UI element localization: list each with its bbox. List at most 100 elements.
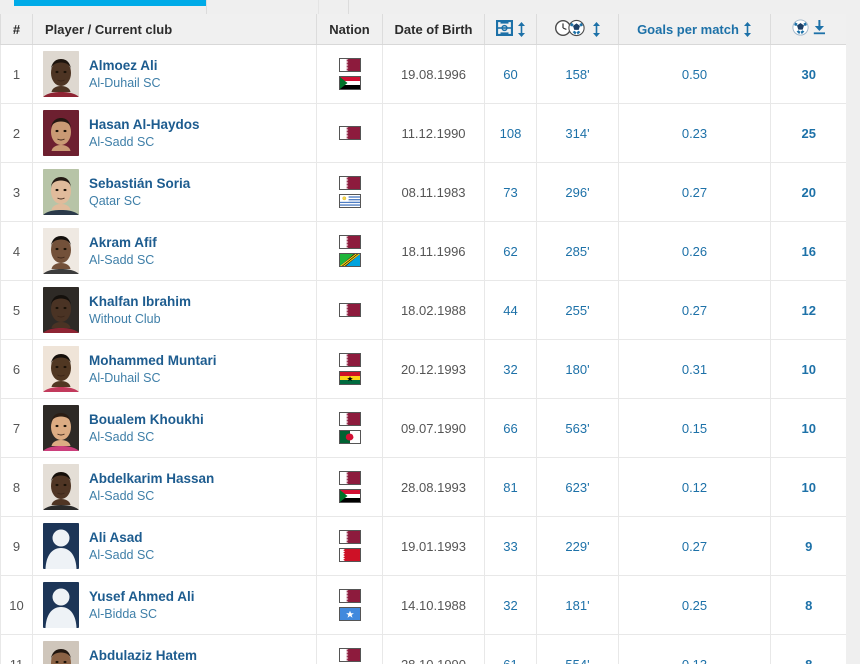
goals-value[interactable]: 12 <box>802 303 816 318</box>
row-goals-per-match: 0.27 <box>618 162 771 222</box>
goals-value[interactable]: 25 <box>802 126 816 141</box>
row-date-of-birth: 11.12.1990 <box>382 103 485 163</box>
appearances-value[interactable]: 66 <box>503 421 517 436</box>
goals-per-match-value: 0.25 <box>681 597 708 613</box>
column-header-goals[interactable] <box>770 14 846 45</box>
goals-per-match-value: 0.13 <box>681 656 708 664</box>
goals-value[interactable]: 30 <box>802 67 816 82</box>
column-header-goals-per-match[interactable]: Goals per match <box>618 14 771 45</box>
flag-sudan <box>338 76 361 90</box>
row-rank: 6 <box>0 339 33 399</box>
date-of-birth-value: 18.11.1996 <box>401 243 466 259</box>
row-goals-per-match: 0.23 <box>618 103 771 163</box>
row-goals: 8 <box>770 575 846 635</box>
goals-value[interactable]: 9 <box>805 539 812 554</box>
goals-value[interactable]: 10 <box>802 480 816 495</box>
tab-strip <box>0 0 860 14</box>
player-name-link[interactable]: Sebastián Soria <box>89 176 190 192</box>
goals-per-match-value: 0.23 <box>681 125 708 141</box>
player-name-link[interactable]: Hasan Al-Haydos <box>89 117 200 133</box>
player-club-link[interactable]: Al-Sadd SC <box>89 548 154 562</box>
date-of-birth-value: 20.12.1993 <box>400 361 467 377</box>
player-club-link[interactable]: Al-Sadd SC <box>89 489 214 503</box>
player-name-link[interactable]: Boualem Khoukhi <box>89 412 204 428</box>
row-nation <box>316 398 383 458</box>
tab-active-indicator[interactable] <box>14 0 206 6</box>
minutes-played-value: 314' <box>565 125 590 141</box>
sort-toggle-icon[interactable] <box>743 21 752 37</box>
goals-per-match-value: 0.27 <box>681 538 708 554</box>
appearances-value[interactable]: 73 <box>503 185 517 200</box>
player-name-link[interactable]: Akram Afif <box>89 235 157 251</box>
appearances-value[interactable]: 61 <box>503 657 517 664</box>
row-appearances: 62 <box>484 221 537 281</box>
player-avatar <box>43 582 79 628</box>
player-club-link[interactable]: Qatar SC <box>89 194 190 208</box>
date-of-birth-value: 09.07.1990 <box>400 420 467 436</box>
column-header-rank: # <box>0 14 33 45</box>
goals-value[interactable]: 8 <box>805 657 812 664</box>
row-goals: 20 <box>770 162 846 222</box>
row-goals-per-match: 0.27 <box>618 516 771 576</box>
row-player: Almoez Ali Al-Duhail SC <box>32 44 317 104</box>
column-header-player-label: Player / Current club <box>45 21 173 37</box>
appearances-value[interactable]: 81 <box>503 480 517 495</box>
player-stats-table-container: # Player / Current club Nation Date of B… <box>0 14 846 664</box>
row-goals-per-match: 0.27 <box>618 280 771 340</box>
goals-per-match-value: 0.27 <box>681 302 708 318</box>
player-club-link[interactable]: Al-Sadd SC <box>89 430 204 444</box>
appearances-value[interactable]: 32 <box>503 362 517 377</box>
column-header-date-of-birth: Date of Birth <box>382 14 485 45</box>
flag-algeria <box>338 430 361 444</box>
appearances-value[interactable]: 108 <box>500 126 522 141</box>
appearances-value[interactable]: 62 <box>503 244 517 259</box>
column-header-appearances[interactable] <box>484 14 537 45</box>
player-club-link[interactable]: Without Club <box>89 312 191 326</box>
row-appearances: 32 <box>484 575 537 635</box>
player-name-link[interactable]: Almoez Ali <box>89 58 161 74</box>
row-minutes-played: 554' <box>536 634 619 664</box>
date-of-birth-value: 19.08.1996 <box>400 66 467 82</box>
player-club-link[interactable]: Al-Duhail SC <box>89 371 217 385</box>
goals-value[interactable]: 10 <box>802 362 816 377</box>
sort-descending-icon[interactable] <box>813 20 826 38</box>
appearances-value[interactable]: 60 <box>503 67 517 82</box>
player-club-link[interactable]: Al-Duhail SC <box>89 76 161 90</box>
column-header-goals-per-match-label[interactable]: Goals per match <box>637 22 739 37</box>
player-club-link[interactable]: Al-Sadd SC <box>89 135 200 149</box>
sort-toggle-icon[interactable] <box>592 21 601 37</box>
rank-value: 11 <box>9 656 24 664</box>
row-player: Khalfan Ibrahim Without Club <box>32 280 317 340</box>
appearances-value[interactable]: 32 <box>503 598 517 613</box>
flag-qatar <box>338 353 361 367</box>
player-name-link[interactable]: Abdulaziz Hatem <box>89 648 197 664</box>
table-row: 7 Boualem Khoukhi Al-Sadd SC 09.07.1990 … <box>0 398 846 458</box>
flag-qatar <box>338 648 361 662</box>
table-row: 5 Khalfan Ibrahim Without Club 18.02.198… <box>0 280 846 340</box>
goals-value[interactable]: 16 <box>802 244 816 259</box>
player-club-link[interactable]: Al-Sadd SC <box>89 253 157 267</box>
flag-qatar <box>338 303 361 317</box>
appearances-value[interactable]: 33 <box>503 539 517 554</box>
minutes-played-value: 255' <box>565 302 590 318</box>
goals-value[interactable]: 20 <box>802 185 816 200</box>
row-goals: 12 <box>770 280 846 340</box>
goals-value[interactable]: 8 <box>805 598 812 613</box>
player-name-link[interactable]: Mohammed Muntari <box>89 353 217 369</box>
player-avatar <box>43 51 79 97</box>
sort-toggle-icon[interactable] <box>517 21 526 37</box>
flag-bahrain <box>338 548 361 562</box>
column-header-minutes-played[interactable] <box>536 14 619 45</box>
player-name-link[interactable]: Ali Asad <box>89 530 154 546</box>
row-appearances: 33 <box>484 516 537 576</box>
row-date-of-birth: 18.11.1996 <box>382 221 485 281</box>
player-club-link[interactable]: Al-Bidda SC <box>89 607 195 621</box>
row-minutes-played: 314' <box>536 103 619 163</box>
row-player: Abdulaziz Hatem Al-Rayyan SC <box>32 634 317 664</box>
row-goals: 25 <box>770 103 846 163</box>
player-name-link[interactable]: Yusef Ahmed Ali <box>89 589 195 605</box>
player-name-link[interactable]: Abdelkarim Hassan <box>89 471 214 487</box>
appearances-value[interactable]: 44 <box>503 303 517 318</box>
player-name-link[interactable]: Khalfan Ibrahim <box>89 294 191 310</box>
goals-value[interactable]: 10 <box>802 421 816 436</box>
